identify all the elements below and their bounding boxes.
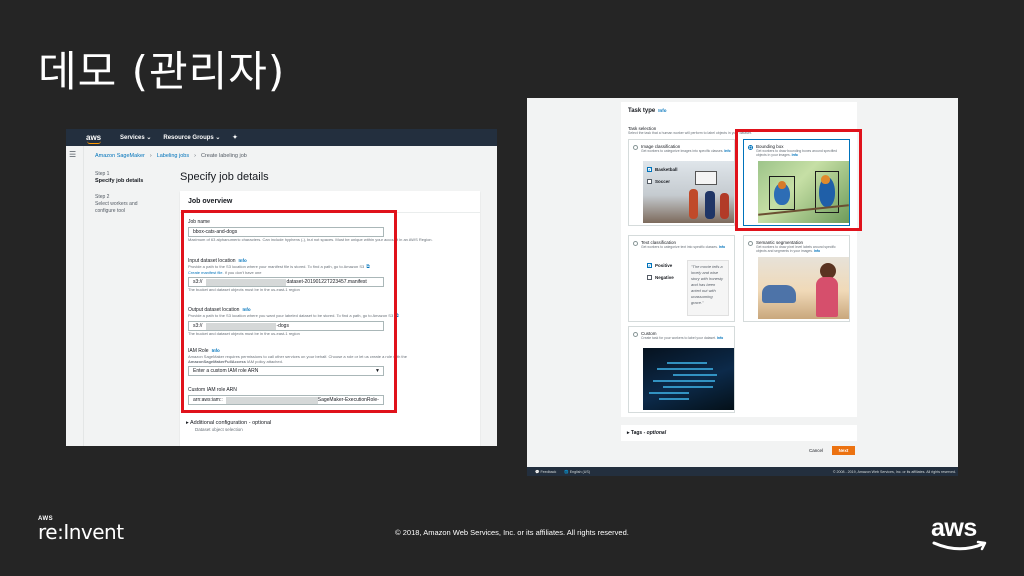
nav-resource-groups[interactable]: Resource Groups ⌄ xyxy=(163,134,220,141)
label-basketball: Basketball xyxy=(655,167,678,172)
next-button[interactable]: Next xyxy=(832,446,855,455)
radio-custom[interactable] xyxy=(633,332,638,337)
task-type-title: Task type xyxy=(628,108,656,114)
label-row-negative: Negative xyxy=(647,275,674,280)
checkbox-icon xyxy=(647,275,652,280)
wizard-steps: Step 1 Specify job details Step 2 Select… xyxy=(95,171,155,224)
language-label: English (US) xyxy=(569,469,590,474)
page-title: Specify job details xyxy=(180,171,269,183)
language-selector[interactable]: 🌐 English (US) xyxy=(564,470,590,474)
label-row-soccer: Soccer xyxy=(647,179,670,184)
player-figure xyxy=(720,193,729,219)
label-negative: Negative xyxy=(655,275,674,280)
breadcrumb-labeling-jobs[interactable]: Labeling jobs xyxy=(157,153,189,159)
caret-right-icon: ▸ xyxy=(186,420,189,426)
aws-logo: aws xyxy=(931,514,991,554)
card-desc: Get workers to categorize text into spec… xyxy=(641,245,718,249)
basketball-thumbnail: ✓ Basketball Soccer xyxy=(643,161,734,223)
feedback-label: Feedback xyxy=(540,469,557,474)
chevron-right-icon: › xyxy=(194,153,196,159)
step-1: Step 1 Specify job details xyxy=(95,171,155,185)
code-line xyxy=(673,374,717,376)
aws-smile-icon xyxy=(932,540,987,551)
nav-services[interactable]: Services ⌄ xyxy=(120,134,151,141)
person-figure xyxy=(816,277,838,317)
label-row-basketball: ✓ Basketball xyxy=(647,167,678,172)
label-positive: Positive xyxy=(655,263,673,268)
side-rail: ☰ xyxy=(66,146,84,446)
code-line xyxy=(657,368,713,370)
player-figure xyxy=(689,189,698,219)
card-desc: Create task for your workers to label yo… xyxy=(641,336,717,340)
checkbox-icon xyxy=(647,179,652,184)
segmentation-thumbnail xyxy=(758,257,849,319)
card-info-link[interactable]: Info xyxy=(724,149,730,153)
task-type-info-link[interactable]: Info xyxy=(658,108,666,113)
checkbox-checked-icon: ✓ xyxy=(647,263,652,268)
card-custom[interactable]: Custom Create task for your workers to l… xyxy=(628,326,735,413)
card-text-classification[interactable]: Text classification Get workers to categ… xyxy=(628,235,735,322)
aws-top-nav: aws Services ⌄ Resource Groups ⌄ ✦ xyxy=(66,129,497,146)
checkbox-checked-icon: ✓ xyxy=(647,167,652,172)
step-1-title: Specify job details xyxy=(95,178,144,184)
text-thumbnail: ✓ Positive Negative "The movie tells a lo… xyxy=(643,257,734,319)
code-line xyxy=(667,362,707,364)
car-figure xyxy=(762,285,796,303)
aws-logo-text: aws xyxy=(931,514,977,542)
cancel-button[interactable]: Cancel xyxy=(809,448,823,453)
step-2-title[interactable]: Select workers and configure tool xyxy=(95,201,155,215)
tags-optional: optional xyxy=(646,430,667,436)
code-line xyxy=(659,398,689,400)
radio-text-classification[interactable] xyxy=(633,241,638,246)
player-figure xyxy=(705,191,715,219)
code-line xyxy=(663,386,713,388)
console-footer: 💬 Feedback 🌐 English (US) © 2008 - 2019,… xyxy=(527,467,958,476)
label-soccer: Soccer xyxy=(655,179,671,184)
additional-config-label: Additional configuration - optional xyxy=(190,420,272,426)
task-selection-desc: Select the task that a human worker will… xyxy=(628,131,752,135)
card-semantic-segmentation[interactable]: Semantic segmentation Get workers to dra… xyxy=(743,235,850,322)
card-info-link[interactable]: Info xyxy=(719,245,725,249)
card-desc: Get workers to categorize images into sp… xyxy=(641,149,724,153)
highlight-box-right xyxy=(735,129,862,231)
code-thumbnail xyxy=(643,348,734,410)
console-copyright: © 2008 - 2019, Amazon Web Services, Inc.… xyxy=(832,469,956,474)
radio-image-classification[interactable] xyxy=(633,145,638,150)
card-image-classification[interactable]: Image classification Get workers to cate… xyxy=(628,139,735,226)
aws-console-logo[interactable]: aws xyxy=(86,133,120,144)
step-2: Step 2 Select workers and configure tool xyxy=(95,194,155,215)
step-1-number: Step 1 xyxy=(95,171,110,177)
card-info-link[interactable]: Info xyxy=(717,336,723,340)
label-row-positive: ✓ Positive xyxy=(647,263,672,268)
tags-label: Tags - xyxy=(630,430,647,436)
pin-icon[interactable]: ✦ xyxy=(232,134,237,141)
step-2-number: Step 2 xyxy=(95,194,110,200)
sample-quote: "The movie tells a lovely and wise story… xyxy=(687,260,729,316)
slide-title: 데모 (관리자) xyxy=(38,47,286,96)
card-info-link[interactable]: Info xyxy=(814,249,820,253)
hoop-backboard xyxy=(695,171,717,185)
breadcrumb: Amazon SageMaker › Labeling jobs › Creat… xyxy=(95,153,247,159)
code-line xyxy=(653,380,715,382)
chevron-right-icon: › xyxy=(149,153,152,159)
breadcrumb-current: Create labeling job xyxy=(200,153,247,159)
tags-expander[interactable]: ▸ Tags - optional xyxy=(621,425,857,441)
feedback-link[interactable]: 💬 Feedback xyxy=(535,470,556,474)
additional-config-toggle[interactable]: ▸ Additional configuration - optional Da… xyxy=(186,420,271,432)
radio-semantic-segmentation[interactable] xyxy=(748,241,753,246)
hamburger-icon[interactable]: ☰ xyxy=(69,150,76,159)
additional-config-sub: Dataset object selection xyxy=(195,427,243,432)
card-desc: Get workers to draw pixel level labels a… xyxy=(756,245,836,253)
breadcrumb-sagemaker[interactable]: Amazon SageMaker xyxy=(95,153,145,159)
code-line xyxy=(649,392,689,394)
highlight-box-left xyxy=(181,210,397,413)
slide-copyright: © 2018, Amazon Web Services, Inc. or its… xyxy=(395,528,629,537)
